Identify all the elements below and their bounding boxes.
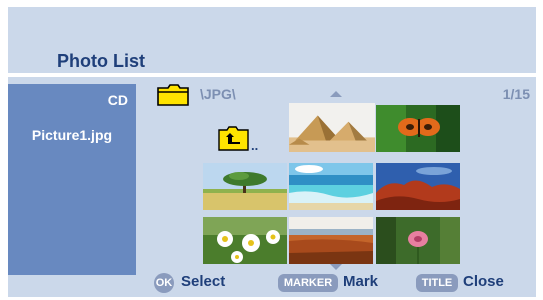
thumbnail-field[interactable]: [289, 217, 373, 264]
scroll-down-arrow-icon[interactable]: [330, 264, 342, 270]
close-hint: Close: [463, 273, 504, 290]
photo-list-window: Photo List CD Picture1.jpg \JPG\ 1/15 ..: [8, 7, 536, 297]
marker-button-icon: MARKER: [278, 274, 338, 292]
title-button-icon: TITLE: [416, 274, 458, 292]
sidebar: CD Picture1.jpg: [8, 84, 136, 275]
mark-hint: Mark: [343, 273, 379, 290]
page-counter: 1/15: [502, 86, 530, 102]
page-title: Photo List: [57, 51, 145, 71]
up-folder-label: ..: [251, 138, 258, 152]
selected-file-name: Picture1.jpg: [31, 127, 113, 143]
thumbnail-tree[interactable]: [203, 163, 287, 210]
source-label: CD: [107, 92, 128, 108]
thumbnail-pink-flower[interactable]: [376, 217, 460, 264]
scroll-up-arrow-icon[interactable]: [330, 91, 342, 97]
ok-button-icon: OK: [154, 273, 174, 293]
thumbnail-butterfly[interactable]: [376, 105, 460, 152]
header-divider: [8, 73, 536, 77]
thumbnail-daisies[interactable]: [203, 217, 287, 264]
thumbnail-beach[interactable]: [289, 163, 373, 210]
thumbnail-red-rocks[interactable]: [376, 163, 460, 210]
thumbnail-pyramids[interactable]: [289, 103, 375, 152]
folder-path: \JPG\: [200, 86, 236, 102]
select-hint: Select: [181, 273, 226, 290]
folder-icon: [156, 83, 190, 107]
parent-folder-item[interactable]: ..: [218, 124, 266, 152]
